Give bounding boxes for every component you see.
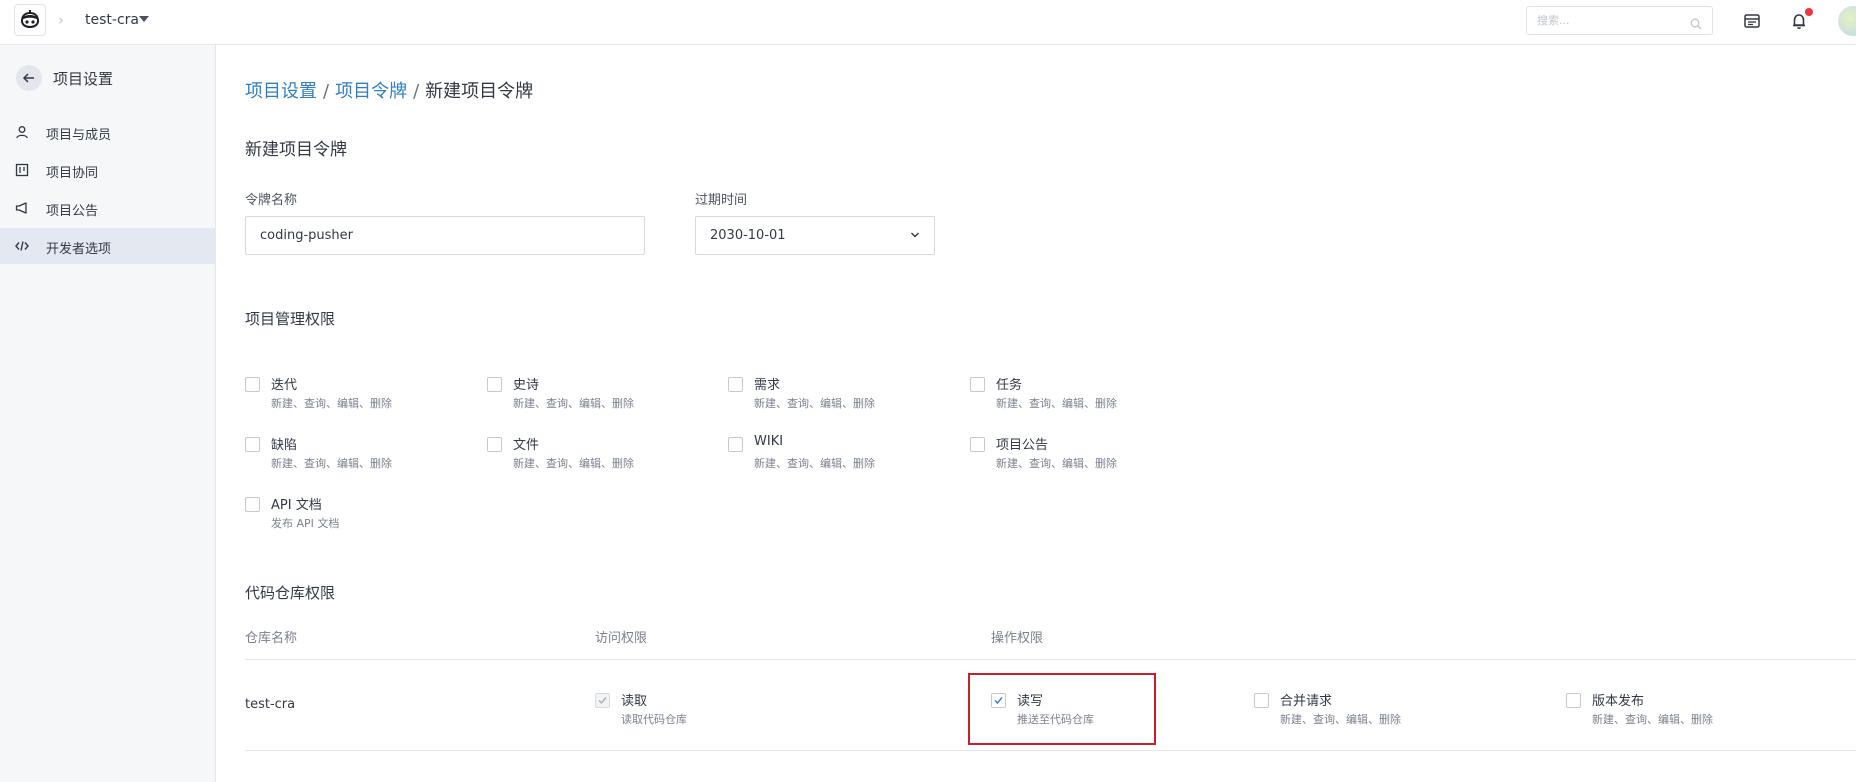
checkbox[interactable] — [970, 437, 985, 452]
chevron-right-icon: › — [58, 11, 64, 29]
permission-defect[interactable]: 缺陷 新建、查询、编辑、删除 — [245, 434, 445, 474]
permission-desc: 读取代码仓库 — [621, 713, 687, 726]
checkbox[interactable] — [970, 377, 985, 392]
expire-time-label: 过期时间 — [695, 193, 748, 208]
project-permissions-title: 项目管理权限 — [245, 310, 336, 328]
page-title: 新建项目令牌 — [245, 140, 347, 160]
search-box[interactable] — [1526, 6, 1713, 35]
permission-desc: 新建、查询、编辑、删除 — [271, 457, 392, 470]
permission-name: 项目公告 — [996, 438, 1049, 453]
breadcrumb-separator: / — [413, 81, 420, 102]
sidebar-item-members[interactable]: 项目与成员 — [0, 114, 216, 150]
permission-desc: 新建、查询、编辑、删除 — [513, 457, 634, 470]
permission-desc: 新建、查询、编辑、删除 — [1280, 713, 1401, 726]
user-icon — [16, 126, 28, 139]
search-icon[interactable] — [1690, 15, 1702, 34]
checkbox[interactable] — [728, 377, 743, 392]
caret-down-icon[interactable] — [139, 16, 149, 22]
arrow-left-icon — [22, 73, 34, 83]
permission-desc: 新建、查询、编辑、删除 — [271, 397, 392, 410]
breadcrumb-project-settings[interactable]: 项目设置 — [245, 81, 317, 102]
permission-desc: 新建、查询、编辑、删除 — [754, 397, 875, 410]
column-header-access: 访问权限 — [595, 631, 648, 646]
checkbox[interactable] — [487, 377, 502, 392]
sidebar-item-label: 项目与成员 — [46, 128, 112, 143]
breadcrumb: 项目设置 / 项目令牌 / 新建项目令牌 — [245, 77, 533, 103]
permission-file[interactable]: 文件 新建、查询、编辑、删除 — [487, 434, 687, 474]
chevron-down-icon — [911, 232, 919, 238]
permission-task[interactable]: 任务 新建、查询、编辑、删除 — [970, 374, 1170, 414]
checkbox[interactable] — [245, 377, 260, 392]
project-switcher[interactable]: test-cra — [85, 12, 139, 28]
permission-merge-request[interactable]: 合并请求 新建、查询、编辑、删除 — [1254, 690, 1454, 730]
checkmark-icon — [598, 697, 607, 705]
permission-name: 版本发布 — [1592, 694, 1645, 709]
expire-date-select[interactable]: 2030-10-01 — [695, 216, 935, 255]
expire-date-value: 2030-10-01 — [710, 228, 786, 243]
sidebar-item-announcement[interactable]: 项目公告 — [0, 190, 216, 226]
permission-name: 任务 — [996, 378, 1023, 393]
column-header-operation: 操作权限 — [991, 631, 1044, 646]
calendar-table-icon[interactable] — [1741, 10, 1763, 32]
sidebar: 项目设置 项目与成员 项目协同 项目公告 开发者选项 — [0, 45, 216, 782]
permission-name: 迭代 — [271, 378, 298, 393]
permission-name: 需求 — [754, 378, 781, 393]
repo-name: test-cra — [245, 697, 296, 712]
permission-name: 读取 — [621, 694, 648, 709]
permission-desc: 新建、查询、编辑、删除 — [513, 397, 634, 410]
permission-wiki[interactable]: WIKI 新建、查询、编辑、删除 — [728, 434, 928, 474]
megaphone-icon — [15, 202, 27, 214]
permission-desc: 新建、查询、编辑、删除 — [996, 397, 1117, 410]
breadcrumb-project-tokens[interactable]: 项目令牌 — [335, 81, 407, 102]
sidebar-item-label: 项目公告 — [46, 204, 99, 219]
board-icon — [15, 163, 29, 177]
search-input[interactable] — [1527, 7, 1677, 34]
permission-announcement[interactable]: 项目公告 新建、查询、编辑、删除 — [970, 434, 1170, 474]
table-header-divider — [245, 659, 1856, 660]
notification-dot — [1805, 8, 1813, 16]
back-button[interactable] — [16, 65, 42, 91]
permission-name: 缺陷 — [271, 438, 298, 453]
permission-name: 合并请求 — [1280, 694, 1333, 709]
permission-desc: 新建、查询、编辑、删除 — [1592, 713, 1713, 726]
checkbox[interactable] — [245, 497, 260, 512]
avatar[interactable] — [1838, 6, 1856, 36]
sidebar-item-label: 项目协同 — [46, 166, 99, 181]
token-name-label: 令牌名称 — [245, 193, 298, 208]
checkbox[interactable] — [245, 437, 260, 452]
column-header-repo: 仓库名称 — [245, 631, 298, 646]
permission-epic[interactable]: 史诗 新建、查询、编辑、删除 — [487, 374, 687, 414]
permission-name: 史诗 — [513, 378, 540, 393]
permission-name: API 文档 — [271, 498, 322, 513]
top-bar: › test-cra — [0, 0, 1856, 45]
code-icon — [15, 241, 29, 251]
sidebar-title: 项目设置 — [53, 70, 114, 88]
permission-name: WIKI — [754, 434, 784, 449]
permission-iteration[interactable]: 迭代 新建、查询、编辑、删除 — [245, 374, 445, 414]
breadcrumb-current: 新建项目令牌 — [425, 81, 534, 102]
breadcrumb-separator: / — [323, 81, 330, 102]
permission-desc: 新建、查询、编辑、删除 — [754, 457, 875, 470]
checkbox[interactable] — [1566, 693, 1581, 708]
checkbox-checked-disabled — [595, 693, 610, 708]
sidebar-item-label: 开发者选项 — [46, 242, 112, 257]
repo-permissions-title: 代码仓库权限 — [245, 584, 336, 602]
permission-release[interactable]: 版本发布 新建、查询、编辑、删除 — [1566, 690, 1766, 730]
permission-name: 文件 — [513, 438, 540, 453]
checkbox[interactable] — [728, 437, 743, 452]
permission-api-doc[interactable]: API 文档 发布 API 文档 — [245, 494, 445, 534]
permission-requirement[interactable]: 需求 新建、查询、编辑、删除 — [728, 374, 928, 414]
highlight-annotation-box — [968, 673, 1156, 745]
main-content: 项目设置/项目令牌/新建项目令牌 新建项目令牌 令牌名称 过期时间 2030-1… — [216, 45, 1856, 782]
permission-desc: 新建、查询、编辑、删除 — [996, 457, 1117, 470]
checkbox[interactable] — [1254, 693, 1269, 708]
permission-desc: 发布 API 文档 — [271, 517, 340, 530]
sidebar-item-collaboration[interactable]: 项目协同 — [0, 152, 216, 188]
sidebar-item-developer-options[interactable]: 开发者选项 — [0, 228, 216, 264]
logo-icon[interactable] — [14, 4, 46, 36]
token-name-input[interactable] — [245, 216, 645, 255]
permission-read: 读取 读取代码仓库 — [595, 690, 795, 730]
table-row-divider — [245, 750, 1856, 751]
checkbox[interactable] — [487, 437, 502, 452]
